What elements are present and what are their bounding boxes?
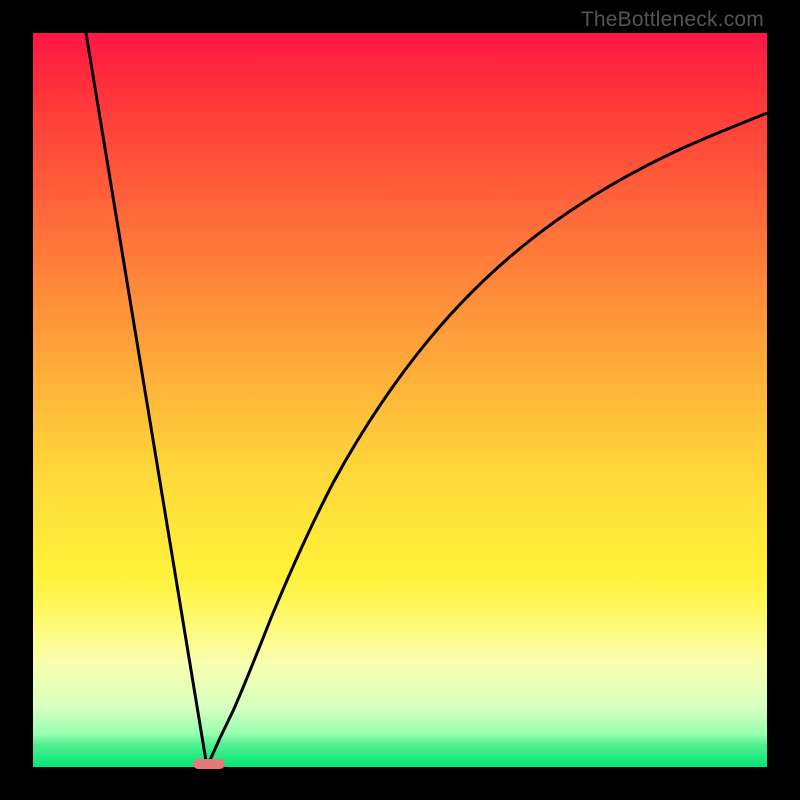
watermark-text: TheBottleneck.com [581, 8, 764, 32]
left-line-path [86, 33, 207, 767]
right-curve-path [207, 113, 767, 767]
chart-container: TheBottleneck.com [0, 0, 800, 800]
minimum-marker [193, 759, 225, 769]
chart-curves [33, 33, 767, 767]
